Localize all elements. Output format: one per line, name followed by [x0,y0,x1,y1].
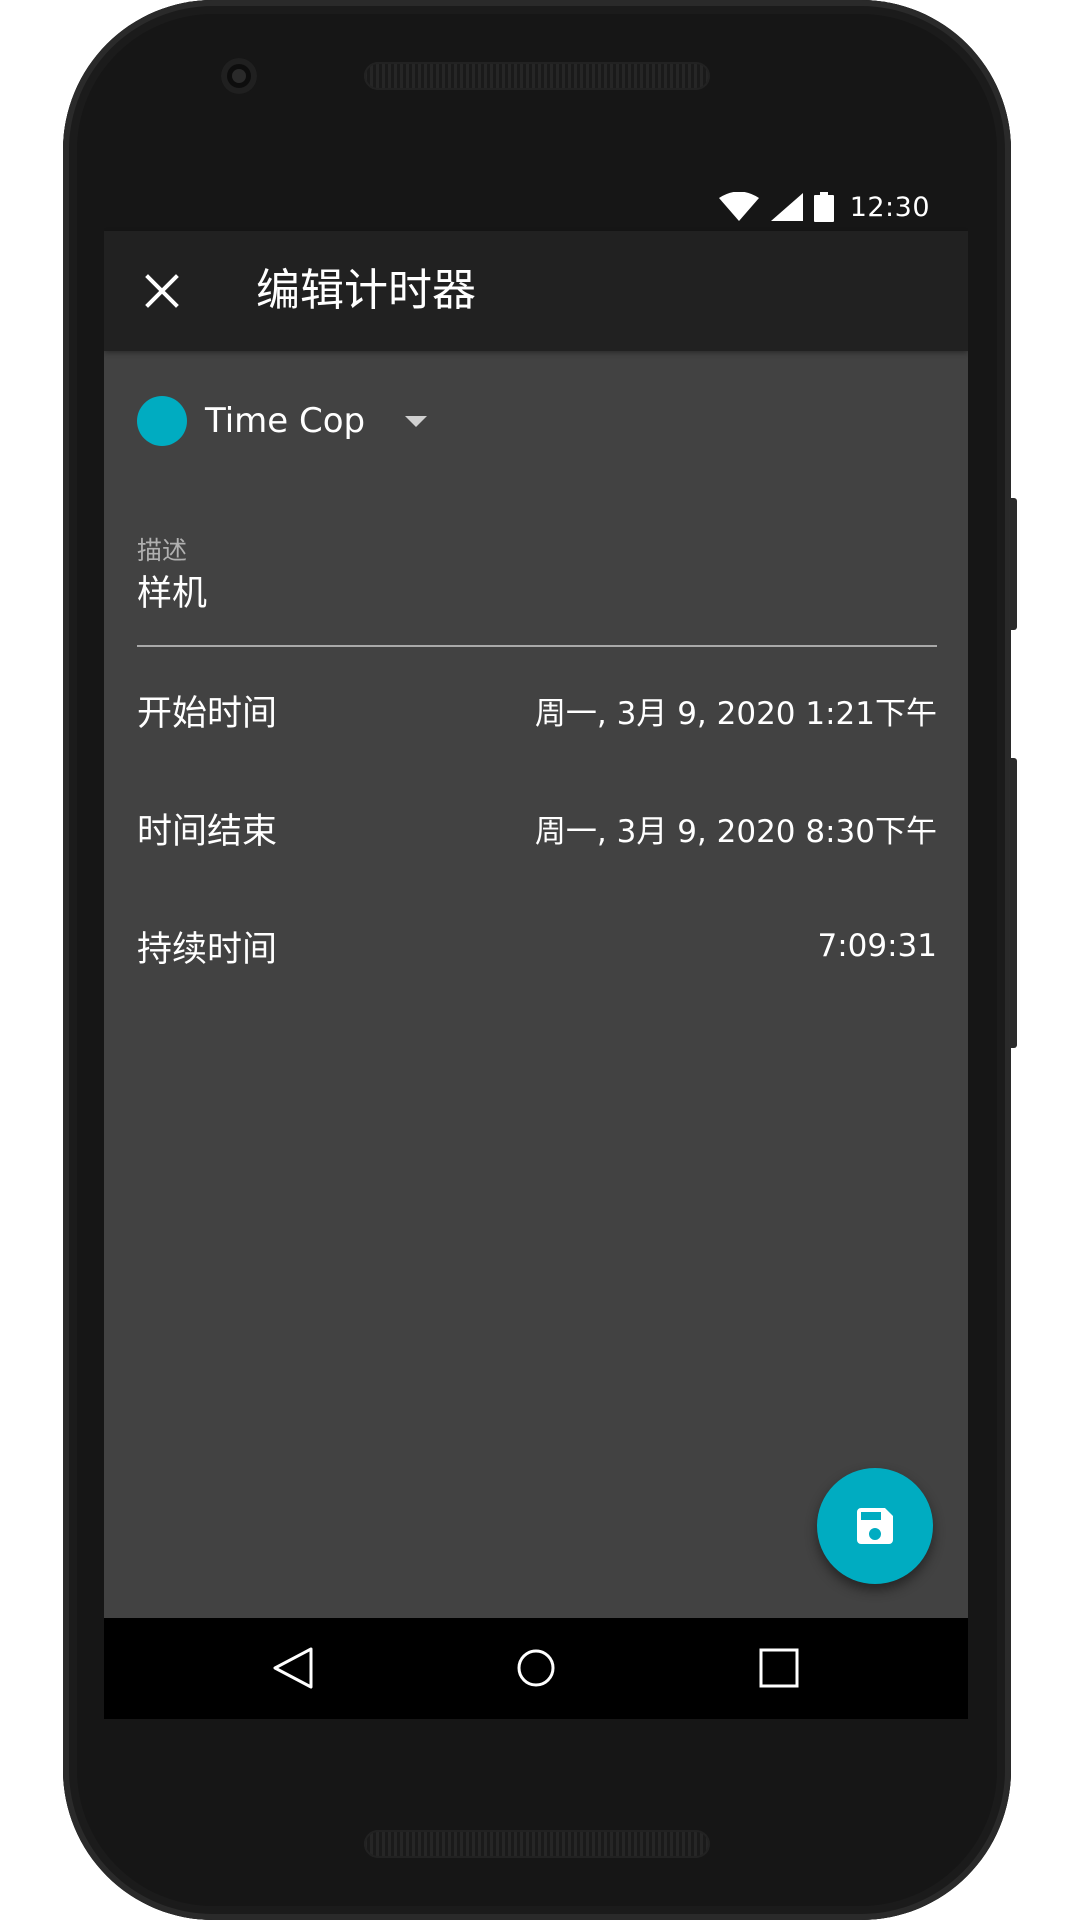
end-time-value[interactable]: 周一, 3月 9, 2020 8:30下午 [535,806,937,851]
screen: 12:30 编辑计时器 Time Cop 描述 样机 开始时间 周一, 3月 9… [104,183,968,1719]
status-bar: 12:30 [104,183,968,231]
start-time-value[interactable]: 周一, 3月 9, 2020 1:21下午 [535,688,937,733]
power-button [1009,498,1017,630]
project-name: Time Cop [205,401,366,441]
duration-label: 持续时间 [137,929,278,970]
edit-form: Time Cop 描述 样机 开始时间 周一, 3月 9, 2020 1:21下… [104,351,968,1551]
bottom-speaker [364,1830,710,1858]
wifi-icon [718,192,759,221]
recents-button[interactable] [747,1636,811,1700]
home-icon [517,1649,555,1687]
top-speaker [364,62,710,90]
page-title: 编辑计时器 [256,265,476,316]
close-button[interactable] [128,257,196,325]
front-camera [221,58,257,94]
end-time-label: 时间结束 [137,811,278,852]
back-icon [273,1647,313,1689]
home-button[interactable] [504,1636,568,1700]
caret-down-icon [405,415,428,427]
end-time-row[interactable]: 时间结束 周一, 3月 9, 2020 8:30下午 [137,798,937,858]
app-bar: 编辑计时器 [104,231,968,351]
description-label: 描述 [137,536,188,565]
navigation-bar [104,1618,968,1719]
save-icon [857,1508,893,1544]
start-time-row[interactable]: 开始时间 周一, 3月 9, 2020 1:21下午 [137,680,937,740]
duration-value: 7:09:31 [817,928,937,964]
duration-row: 持续时间 7:09:31 [137,916,937,976]
status-time: 12:30 [849,191,930,223]
battery-icon [813,192,834,222]
start-time-label: 开始时间 [137,693,278,734]
save-button[interactable] [817,1468,933,1584]
description-input[interactable]: 样机 [137,565,207,616]
cell-signal-icon [770,193,803,221]
back-button[interactable] [261,1636,325,1700]
recents-icon [759,1648,799,1688]
project-selector[interactable]: Time Cop [137,391,428,451]
project-color-dot [137,396,187,446]
volume-button [1009,758,1017,1048]
description-field[interactable]: 描述 样机 [137,531,937,647]
close-icon [145,274,179,308]
